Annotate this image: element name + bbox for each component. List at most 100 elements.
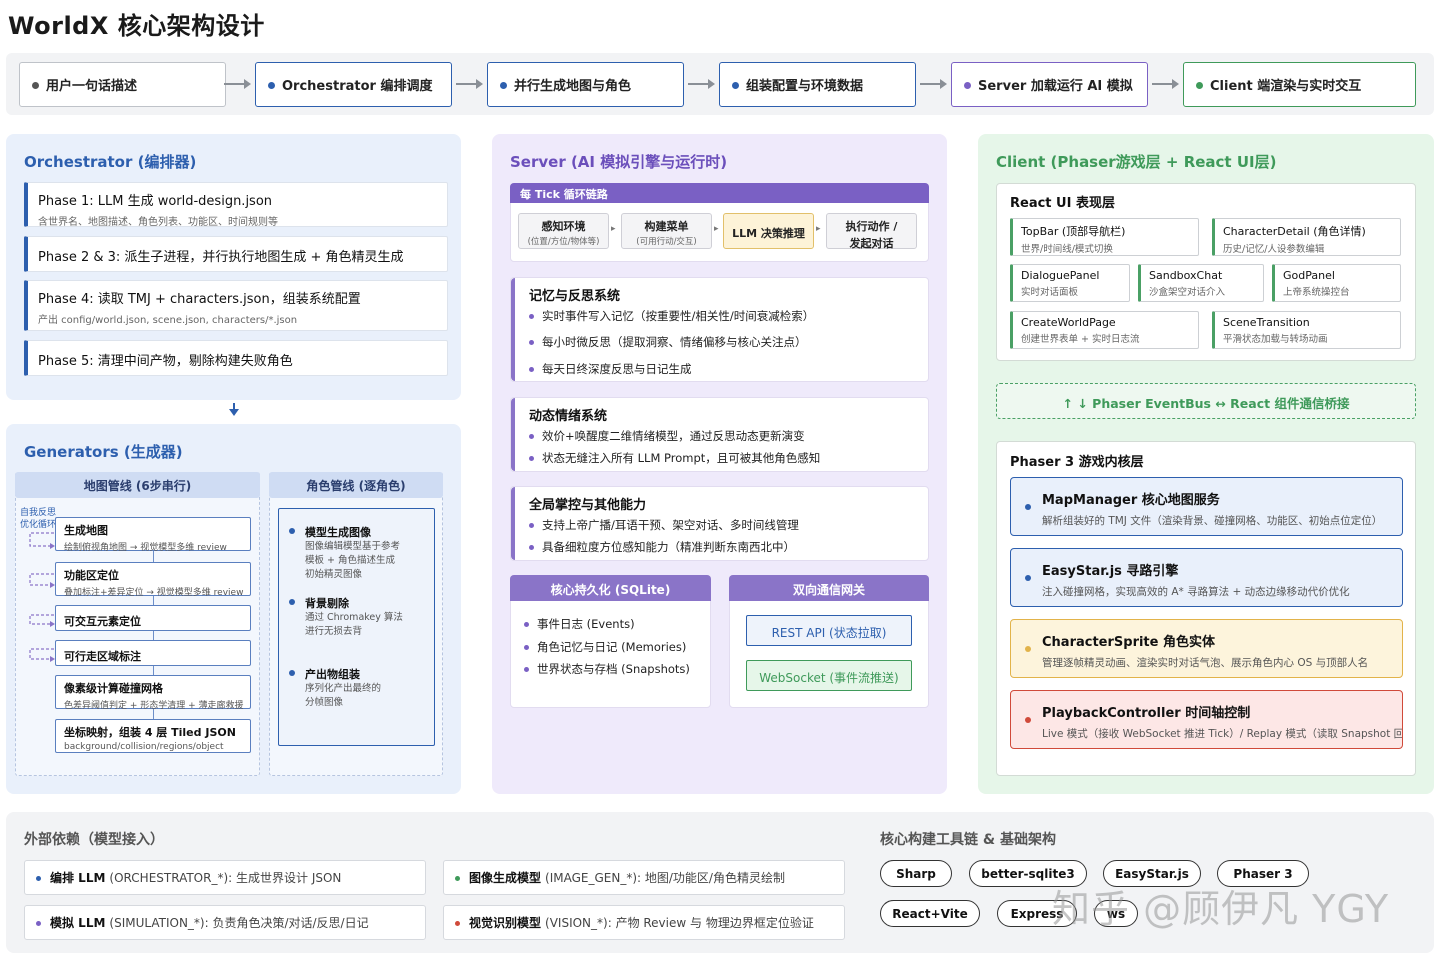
dep-orchestrator-llm: 编排 LLM (ORCHESTRATOR_*): 生成世界设计 JSON bbox=[24, 860, 426, 895]
page-title: WorldX 核心架构设计 bbox=[8, 12, 265, 40]
step-title: 生成地图 bbox=[64, 524, 108, 537]
step-dot bbox=[1196, 82, 1203, 89]
bullet-dot bbox=[289, 528, 295, 534]
tile-sub: 创建世界表单 + 实时日志流 bbox=[1021, 334, 1140, 345]
role-item-sub: 序列化产出最终的 bbox=[305, 683, 382, 694]
tile-create-world: CreateWorldPage 创建世界表单 + 实时日志流 bbox=[1010, 311, 1199, 349]
flow-bar: 用户一句话描述 Orchestrator 编排调度 并行生成地图与角色 组装配置… bbox=[6, 53, 1434, 115]
tile-title: SceneTransition bbox=[1223, 316, 1310, 329]
tile-title: TopBar (顶部导航栏) bbox=[1021, 225, 1126, 238]
tile-title: CreateWorldPage bbox=[1021, 316, 1116, 329]
role-item-sub: 初始精灵图像 bbox=[305, 569, 363, 580]
flow-step-5: Server 加载运行 AI 模拟 bbox=[951, 62, 1148, 107]
persistence-item: 角色记忆与日记 (Memories) bbox=[524, 639, 686, 655]
card-sub: 管理逐帧精灵动画、渲染实时对话气泡、展示角色内心 OS 与顶部人名 bbox=[1042, 657, 1369, 669]
tile-title: SandboxChat bbox=[1149, 269, 1223, 282]
arrow-right-icon: ▸ bbox=[816, 224, 821, 234]
tick-step-sub: (可用行动/交互) bbox=[636, 237, 697, 247]
card-dot bbox=[1025, 646, 1031, 652]
tile-title: DialoguePanel bbox=[1021, 269, 1100, 282]
tick-step-title: 感知环境 bbox=[541, 220, 586, 233]
role-item-3: 产出物组装 序列化产出最终的 分帧图像 bbox=[289, 666, 382, 710]
tick-loop-title: 每 Tick 循环链路 bbox=[510, 183, 929, 203]
rest-api-button[interactable]: REST API (状态拉取) bbox=[746, 615, 912, 646]
tick-step-title: 发起对话 bbox=[849, 237, 894, 250]
emotion-card: 动态情绪系统 效价+唤醒度二维情绪模型，通过反思动态更新演变 状态无缝注入所有 … bbox=[510, 397, 929, 472]
card-accent bbox=[511, 487, 515, 560]
flow-step-6: Client 端渲染与实时交互 bbox=[1183, 62, 1416, 107]
step-dot bbox=[32, 82, 39, 89]
phase-title: Phase 5: 清理中间产物，剔除构建失败角色 bbox=[38, 354, 293, 369]
phase-title: Phase 1: LLM 生成 world-design.json bbox=[38, 194, 273, 209]
phase-sub: 含世界名、地图描述、角色列表、功能区、时间规则等 bbox=[38, 217, 278, 228]
memory-item: 每天日终深度反思与日记生成 bbox=[529, 361, 692, 377]
tick-step-sub: (位置/方位/物体等) bbox=[527, 237, 600, 247]
tile-sub: 实时对话面板 bbox=[1021, 287, 1079, 298]
flow-step-label: 用户一句话描述 bbox=[46, 79, 138, 94]
eventbus-bridge: ↑ ↓ Phaser EventBus ↔ React 组件通信桥接 bbox=[996, 383, 1416, 419]
global-item: 支持上帝广播/耳语干预、架空对话、多时间线管理 bbox=[529, 517, 799, 533]
persistence-item: 世界状态与存档 (Snapshots) bbox=[524, 661, 690, 677]
role-pipeline-title: 角色管线 (逐角色) bbox=[269, 472, 443, 498]
map-step-1: 生成地图 绘制俯视角地图 → 视觉模型多维 review bbox=[55, 517, 251, 553]
role-item-sub: 进行无损去背 bbox=[305, 626, 363, 637]
easystar-card: EasyStar.js 寻路引擎 注入碰撞网格，实现高效的 A* 寻路算法 + 动… bbox=[1010, 548, 1403, 607]
arrow-right-icon bbox=[224, 79, 251, 89]
role-item-title: 产出物组装 bbox=[305, 668, 360, 681]
phase-1: Phase 1: LLM 生成 world-design.json 含世界名、地图… bbox=[24, 182, 448, 228]
phase-4: Phase 4: 读取 TMJ + characters.json，组装系统配置… bbox=[24, 280, 448, 331]
memory-card: 记忆与反思系统 实时事件写入记忆（按重要性/相关性/时间衰减检索） 每小时微反思… bbox=[510, 277, 929, 382]
phase-2: Phase 2 & 3: 派生子进程，并行执行地图生成 + 角色精灵生成 bbox=[24, 236, 448, 272]
card-title: 记忆与反思系统 bbox=[529, 289, 621, 304]
websocket-button[interactable]: WebSocket (事件流推送) bbox=[746, 660, 912, 691]
step-title: 可行走区域标注 bbox=[64, 650, 141, 663]
memory-item: 实时事件写入记忆（按重要性/相关性/时间衰减检索） bbox=[529, 308, 814, 324]
tile-title: GodPanel bbox=[1283, 269, 1335, 282]
card-accent bbox=[511, 398, 515, 471]
tick-step-title: 执行动作 / bbox=[845, 220, 898, 233]
flow-step-1: 用户一句话描述 bbox=[19, 62, 226, 107]
step-dot bbox=[268, 82, 275, 89]
tick-step-menu: 构建菜单 (可用行动/交互) bbox=[621, 213, 712, 249]
arrow-down-icon bbox=[229, 403, 239, 416]
tile-character-detail: CharacterDetail (角色详情) 历史/记忆/人设参数编辑 bbox=[1212, 218, 1401, 256]
global-item: 具备细粒度方位感知能力（精准判断东南西北中） bbox=[529, 539, 795, 555]
tile-sub: 上帝系统操控台 bbox=[1283, 287, 1350, 298]
step-sub: 色差异阈值判定 + 形态学清理 + 薄走廊救援 bbox=[64, 701, 244, 711]
flow-step-3: 并行生成地图与角色 bbox=[487, 62, 684, 107]
tick-step-act: 执行动作 / 发起对话 bbox=[826, 213, 917, 250]
tick-step-title: 构建菜单 bbox=[644, 220, 689, 233]
generators-title: Generators (生成器) bbox=[24, 443, 183, 461]
tile-sandbox-chat: SandboxChat 沙盒架空对话介入 bbox=[1138, 264, 1264, 302]
role-item-sub: 图像编辑模型基于参考 bbox=[305, 541, 401, 552]
card-title: 动态情绪系统 bbox=[529, 409, 608, 424]
card-dot bbox=[1025, 504, 1031, 510]
character-sprite-card: CharacterSprite 角色实体 管理逐帧精灵动画、渲染实时对话气泡、展示… bbox=[1010, 619, 1403, 678]
card-title: EasyStar.js 寻路引擎 bbox=[1042, 564, 1179, 579]
card-title: PlaybackController 时间轴控制 bbox=[1042, 706, 1251, 721]
dep-dot bbox=[36, 921, 41, 926]
step-dot bbox=[964, 82, 971, 89]
arrow-right-icon bbox=[456, 79, 483, 89]
dep-dot bbox=[455, 921, 460, 926]
step-title: 功能区定位 bbox=[64, 569, 119, 582]
global-card: 全局掌控与其他能力 支持上帝广播/耳语干预、架空对话、多时间线管理 具备细粒度方… bbox=[510, 486, 929, 561]
map-step-5: 像素级计算碰撞网格色差异阈值判定 + 形态学清理 + 薄走廊救援 bbox=[55, 675, 251, 711]
phase-5: Phase 5: 清理中间产物，剔除构建失败角色 bbox=[24, 340, 448, 376]
phase-title: Phase 4: 读取 TMJ + characters.json，组装系统配置 bbox=[38, 292, 361, 307]
arrow-right-icon: ▸ bbox=[714, 224, 719, 234]
phase-sub: 产出 config/world.json, scene.json, charac… bbox=[38, 315, 298, 326]
step-title: 坐标映射，组装 4 层 Tiled JSON bbox=[64, 726, 236, 739]
card-dot bbox=[1025, 575, 1031, 581]
card-title: 全局掌控与其他能力 bbox=[529, 498, 647, 513]
card-sub: 解析组装好的 TMJ 文件（渲染背景、碰撞网格、功能区、初始点位定位） bbox=[1042, 515, 1383, 527]
map-step-2: 功能区定位 叠加标注+差异定位 → 视觉模型多维 review bbox=[55, 562, 251, 598]
step-title: 像素级计算碰撞网格 bbox=[64, 682, 163, 695]
dep-image-gen: 图像生成模型 (IMAGE_GEN_*): 地图/功能区/角色精灵绘制 bbox=[443, 860, 845, 895]
flow-step-2: Orchestrator 编排调度 bbox=[255, 62, 452, 107]
role-item-2: 背景剔除 通过 Chromakey 算法 进行无损去背 bbox=[289, 595, 403, 639]
arrow-right-icon bbox=[688, 79, 715, 89]
toolchain-title: 核心构建工具链 & 基础架构 bbox=[880, 832, 1056, 848]
dep-vision: 视觉识别模型 (VISION_*): 产物 Review 与 物理边界框定位验证 bbox=[443, 905, 845, 940]
map-manager-card: MapManager 核心地图服务 解析组装好的 TMJ 文件（渲染背景、碰撞网格… bbox=[1010, 477, 1403, 536]
